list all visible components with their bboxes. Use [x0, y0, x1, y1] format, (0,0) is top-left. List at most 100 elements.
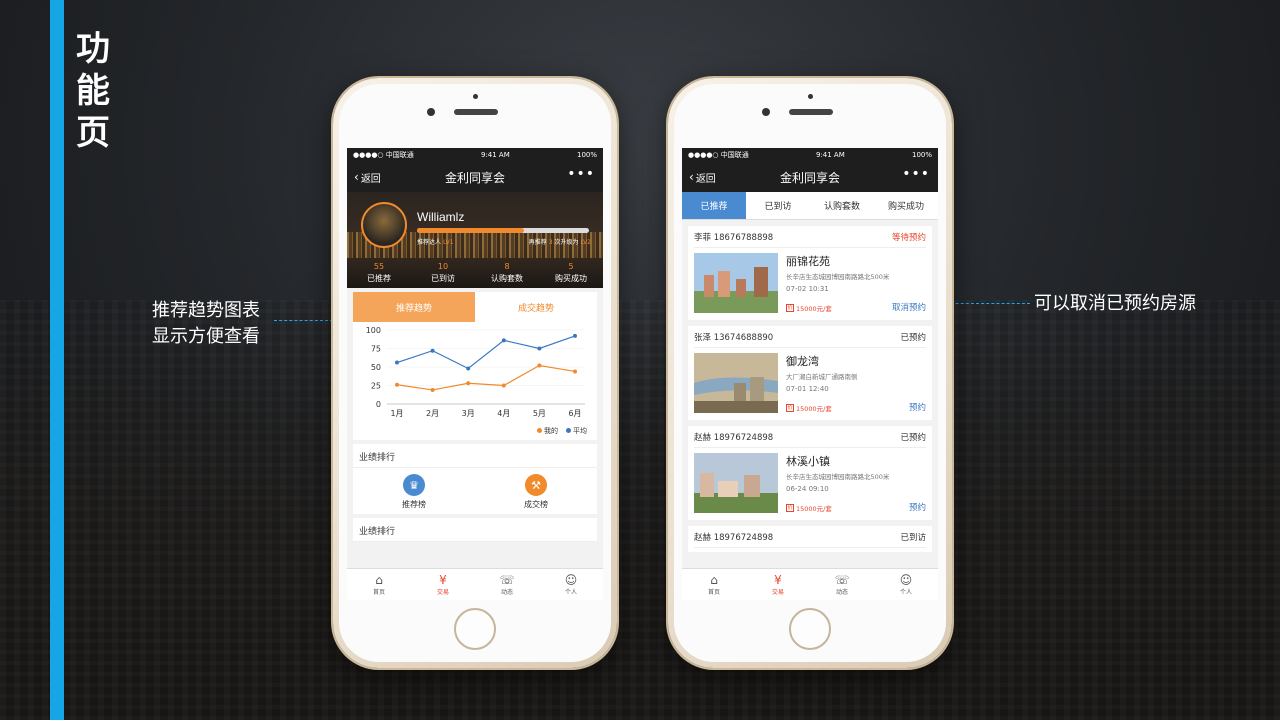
legend-average: 平均	[566, 426, 587, 436]
property-price: 价 15000元/套	[786, 504, 832, 513]
tab-news[interactable]: ☏ 动态	[475, 569, 539, 600]
y-tick-label: 75	[371, 345, 381, 354]
order-person: 赵赫 18976724898	[694, 433, 774, 443]
legend-mine: 我的	[537, 426, 558, 436]
property-name: 御龙湾	[786, 355, 819, 368]
order-person: 李菲 18676788898	[694, 233, 774, 243]
cancel-reservation-button[interactable]: 取消预约	[892, 301, 926, 313]
tab-purchased[interactable]: 购买成功	[874, 192, 938, 219]
reserve-button[interactable]: 预约	[909, 401, 926, 413]
data-point	[573, 369, 577, 374]
background-cityscape	[0, 300, 1280, 720]
back-button[interactable]: ‹ 返回	[354, 170, 381, 185]
tab-trade[interactable]: ¥ 交易	[746, 569, 810, 600]
battery: 100%	[911, 151, 932, 159]
series-line-1	[396, 335, 576, 370]
data-point	[573, 333, 577, 338]
bottom-tab-bar: ⌂ 首页 ¥ 交易 ☏ 动态 ☺ 个人	[682, 568, 938, 600]
home-icon: ⌂	[375, 573, 383, 587]
battery: 100%	[576, 151, 597, 159]
tab-subscribed[interactable]: 认购套数	[810, 192, 874, 219]
chart-tabs: 推荐趋势 成交趋势	[353, 292, 597, 322]
order-status: 已预约	[900, 333, 926, 343]
order-card[interactable]: 赵赫 18976724898 已预约 林溪小镇 长辛店生态城园博园南路路北500…	[688, 426, 932, 520]
data-point	[466, 366, 471, 371]
y-tick-label: 0	[376, 400, 381, 409]
page-title: 功能页	[76, 29, 110, 153]
order-time: 06-24 09:10	[786, 485, 829, 493]
tab-profile[interactable]: ☺ 个人	[874, 569, 938, 600]
gavel-icon: ⚒	[525, 474, 547, 496]
x-tick-label: 4月	[497, 409, 510, 418]
trend-chart-card: 推荐趋势 成交趋势 0 25 50 75 100 1月 2月 3月 4月 5月 6月 我的 平均	[353, 292, 597, 440]
order-card[interactable]: 张泽 13674688890 已预约 御龙湾 大厂潮白新城厂通路南侧 07-01…	[688, 326, 932, 420]
tab-trade[interactable]: ¥ 交易	[411, 569, 475, 600]
data-point	[430, 348, 435, 353]
data-point	[537, 363, 542, 368]
stat-subscribed[interactable]: 8 认购套数	[475, 262, 539, 284]
level-progress	[417, 228, 589, 233]
nav-bar: ‹ 返回 金利同享会 •••	[682, 162, 938, 192]
data-point	[395, 360, 399, 365]
home-button[interactable]	[789, 608, 831, 650]
carrier: ●●●●○ 中国联通	[688, 151, 749, 159]
stat-purchased[interactable]: 5 购买成功	[539, 262, 603, 284]
rank-title: 业绩排行	[353, 444, 597, 468]
order-person: 张泽 13674688890	[694, 333, 774, 343]
order-status: 已到访	[900, 533, 926, 543]
trophy-icon: ♛	[403, 474, 425, 496]
user-icon: ☺	[899, 573, 913, 587]
rank-deal[interactable]: ⚒ 成交榜	[475, 474, 597, 510]
more-icon[interactable]: •••	[902, 166, 930, 182]
x-tick-label: 5月	[533, 409, 546, 418]
user-icon: ☺	[564, 573, 578, 587]
home-button[interactable]	[454, 608, 496, 650]
rank-card-2: 业绩排行	[353, 518, 597, 542]
tab-deal-trend[interactable]: 成交趋势	[475, 292, 597, 322]
nav-bar: ‹ 返回 金利同享会 •••	[347, 162, 603, 192]
order-person: 赵赫 18976724898	[694, 533, 774, 543]
status-bar: ●●●●○ 中国联通 9:41 AM 100%	[347, 148, 603, 162]
app-title: 金利同享会	[779, 170, 840, 185]
order-card-partial[interactable]: 赵赫 18976724898 已到访	[688, 526, 932, 552]
property-price: 价 15000元/套	[786, 304, 832, 313]
more-icon[interactable]: •••	[567, 166, 595, 182]
profile-header: Williamlz 推荐达人 LV1 再推荐 3 次升级为 LV2 55 已推荐…	[347, 192, 603, 288]
rank-recommend[interactable]: ♛ 推荐榜	[353, 474, 475, 510]
property-photo	[694, 453, 778, 513]
series-line-0	[396, 364, 576, 391]
chevron-left-icon: ‹	[689, 170, 694, 184]
reserve-button[interactable]: 预约	[909, 501, 926, 513]
level-progress-fill	[417, 228, 524, 233]
property-photo	[694, 253, 778, 313]
yen-icon: ¥	[439, 573, 447, 587]
tab-recommend-trend[interactable]: 推荐趋势	[353, 292, 475, 322]
order-card[interactable]: 李菲 18676788898 等待预约 丽锦花苑 长辛店生态城园博园南路路北50…	[688, 226, 932, 320]
rank-card: 业绩排行 ♛ 推荐榜 ⚒ 成交榜	[353, 444, 597, 514]
tab-profile[interactable]: ☺ 个人	[539, 569, 603, 600]
back-button[interactable]: ‹ 返回	[689, 170, 716, 185]
tab-recommended[interactable]: 已推荐	[682, 192, 746, 219]
back-label: 返回	[360, 173, 381, 185]
stat-recommended[interactable]: 55 已推荐	[347, 262, 411, 284]
data-point	[430, 387, 435, 392]
x-tick-label: 6月	[568, 409, 581, 418]
callout-left-line1: 推荐趋势图表	[152, 300, 260, 321]
y-tick-label: 25	[371, 382, 381, 391]
bottom-tab-bar: ⌂ 首页 ¥ 交易 ☏ 动态 ☺ 个人	[347, 568, 603, 600]
accent-bar	[50, 0, 64, 720]
callout-left-line2: 显示方便查看	[152, 326, 260, 347]
tab-visited[interactable]: 已到访	[746, 192, 810, 219]
data-point	[501, 338, 506, 343]
tab-home[interactable]: ⌂ 首页	[347, 569, 411, 600]
avatar[interactable]	[361, 202, 407, 248]
x-tick-label: 3月	[462, 409, 475, 418]
callout-right: 可以取消已预约房源	[1034, 293, 1196, 314]
level-next: 再推荐 3 次升级为 LV2	[528, 239, 591, 246]
chart-legend: 我的 平均	[353, 426, 597, 440]
tab-news[interactable]: ☏ 动态	[810, 569, 874, 600]
trend-line-chart: 0 25 50 75 100 1月 2月 3月 4月 5月 6月	[366, 326, 585, 418]
tab-home[interactable]: ⌂ 首页	[682, 569, 746, 600]
username: Williamlz	[417, 210, 465, 224]
stat-visited[interactable]: 10 已到访	[411, 262, 475, 284]
